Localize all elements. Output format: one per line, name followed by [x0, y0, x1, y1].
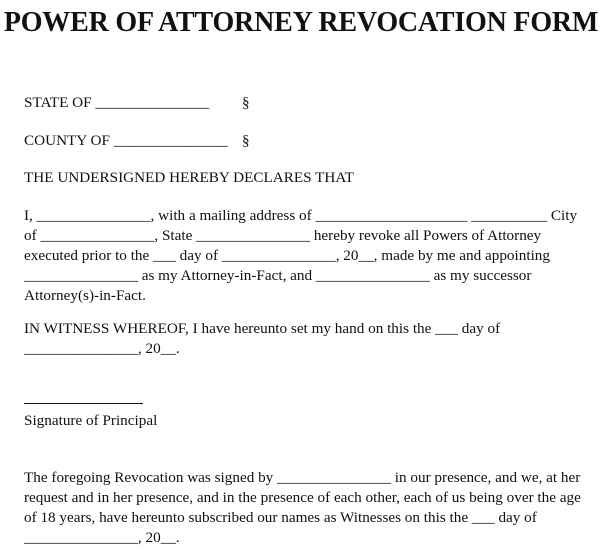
- witness-clause-paragraph[interactable]: IN WITNESS WHEREOF, I have hereunto set …: [24, 319, 590, 359]
- county-block: COUNTY OF _______________ §: [24, 131, 592, 151]
- page-title: POWER OF ATTORNEY REVOCATION FORM: [3, 7, 599, 38]
- county-row: COUNTY OF _______________ §: [24, 131, 592, 151]
- section-symbol-icon: §: [242, 132, 250, 149]
- revocation-paragraph[interactable]: I, _______________, with a mailing addre…: [24, 206, 590, 306]
- document-page: POWER OF ATTORNEY REVOCATION FORM STATE …: [0, 0, 602, 553]
- signature-line[interactable]: [24, 403, 143, 404]
- section-symbol-icon: §: [242, 94, 250, 111]
- state-row: STATE OF _______________ §: [24, 93, 592, 113]
- jurisdiction-block: STATE OF _______________ §: [24, 93, 592, 113]
- county-of-field[interactable]: COUNTY OF _______________: [24, 131, 228, 151]
- state-of-field[interactable]: STATE OF _______________: [24, 93, 209, 113]
- declaration-heading: THE UNDERSIGNED HEREBY DECLARES THAT: [24, 169, 354, 186]
- attestation-paragraph[interactable]: The foregoing Revocation was signed by _…: [24, 468, 592, 548]
- signature-caption: Signature of Principal: [24, 412, 158, 429]
